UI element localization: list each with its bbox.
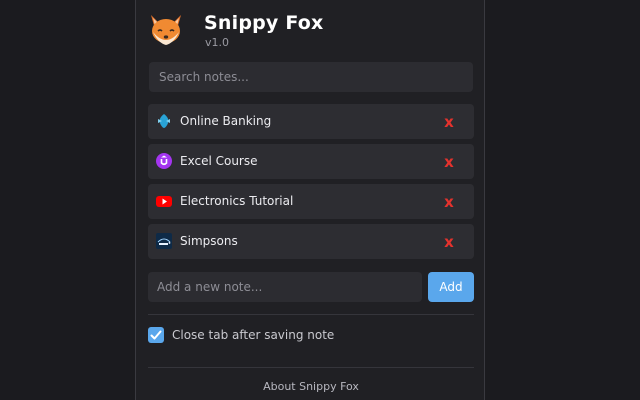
app-title: Snippy Fox (204, 12, 324, 34)
divider (148, 314, 474, 315)
udemy-icon (156, 153, 172, 169)
note-title: Excel Course (180, 154, 258, 168)
checkmark-icon (150, 330, 162, 340)
delete-note-button[interactable]: x (441, 153, 457, 171)
delete-note-button[interactable]: x (441, 113, 457, 131)
delete-note-button[interactable]: x (441, 193, 457, 211)
close-tab-checkbox[interactable] (148, 327, 164, 343)
youtube-icon (156, 193, 172, 209)
header: Snippy Fox v1.0 (148, 12, 468, 52)
note-title: Electronics Tutorial (180, 194, 294, 208)
disney-plus-icon (156, 233, 172, 249)
add-note-button[interactable]: Add (428, 272, 474, 302)
fox-logo-icon (151, 15, 181, 45)
new-note-input[interactable] (148, 272, 422, 302)
notes-list: Online Banking x Excel Course x Electron… (148, 104, 474, 264)
extension-popup: Snippy Fox v1.0 Online Banking x (135, 0, 485, 400)
note-title: Online Banking (180, 114, 272, 128)
about-link[interactable]: About Snippy Fox (136, 380, 486, 393)
delete-note-button[interactable]: x (441, 233, 457, 251)
note-title: Simpsons (180, 234, 238, 248)
search-input[interactable] (149, 62, 473, 92)
note-item[interactable]: Excel Course x (148, 144, 474, 179)
eagle-bank-icon (156, 113, 172, 129)
note-item[interactable]: Online Banking x (148, 104, 474, 139)
note-item[interactable]: Electronics Tutorial x (148, 184, 474, 219)
divider (148, 367, 474, 368)
app-version: v1.0 (205, 36, 230, 49)
close-tab-label[interactable]: Close tab after saving note (172, 328, 334, 342)
note-item[interactable]: Simpsons x (148, 224, 474, 259)
